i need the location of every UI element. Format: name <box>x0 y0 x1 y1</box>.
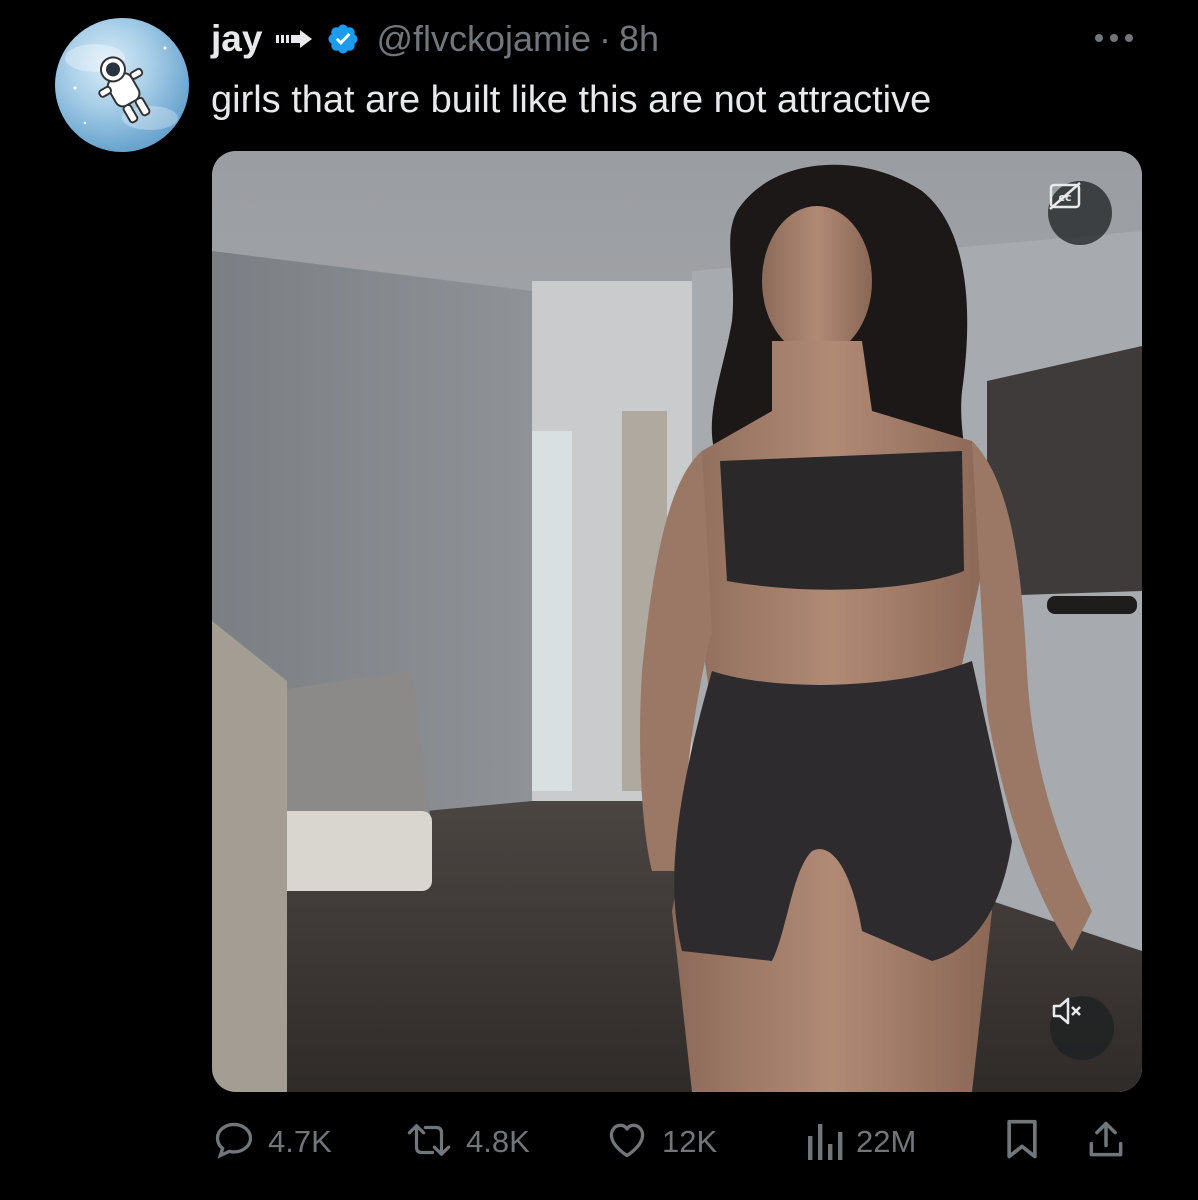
timestamp[interactable]: 8h <box>619 18 659 60</box>
heart-icon <box>604 1118 650 1167</box>
reply-button[interactable]: 4.7K <box>212 1114 332 1170</box>
bookmark-icon <box>1002 1118 1042 1167</box>
views-count: 22M <box>856 1124 917 1159</box>
display-name[interactable]: jay <box>211 18 262 60</box>
captions-button[interactable]: cc <box>1048 181 1112 245</box>
tweet-header: jay @flvckojamie · 8h <box>211 14 659 64</box>
verified-badge-icon[interactable] <box>326 22 360 56</box>
video-frame <box>212 151 1142 1092</box>
tweet: jay @flvckojamie · 8h girls that are bui… <box>0 0 1198 1200</box>
user-handle[interactable]: @flvckojamie <box>376 18 591 60</box>
views-button[interactable]: 22M <box>804 1114 916 1170</box>
video-player[interactable]: cc <box>212 151 1142 1092</box>
repost-count: 4.8K <box>466 1124 530 1159</box>
arrow-right-icon <box>276 30 313 48</box>
like-button[interactable]: 12K <box>604 1114 717 1170</box>
separator-dot: · <box>599 18 612 59</box>
share-button[interactable] <box>1084 1114 1128 1170</box>
share-icon <box>1084 1118 1128 1167</box>
reply-count: 4.7K <box>268 1124 332 1159</box>
tweet-text: girls that are built like this are not a… <box>211 79 932 121</box>
mute-button[interactable] <box>1050 996 1114 1060</box>
views-chart-icon <box>804 1118 844 1167</box>
reply-icon <box>212 1118 256 1167</box>
action-bar: 4.7K 4.8K 12K 22M <box>212 1114 1142 1170</box>
bookmark-button[interactable] <box>1002 1114 1042 1170</box>
repost-icon <box>404 1118 454 1167</box>
avatar[interactable] <box>55 18 189 152</box>
more-options-icon[interactable] <box>1086 24 1142 52</box>
like-count: 12K <box>662 1124 718 1159</box>
astronaut-avatar-icon <box>65 44 178 130</box>
repost-button[interactable]: 4.8K <box>404 1114 530 1170</box>
